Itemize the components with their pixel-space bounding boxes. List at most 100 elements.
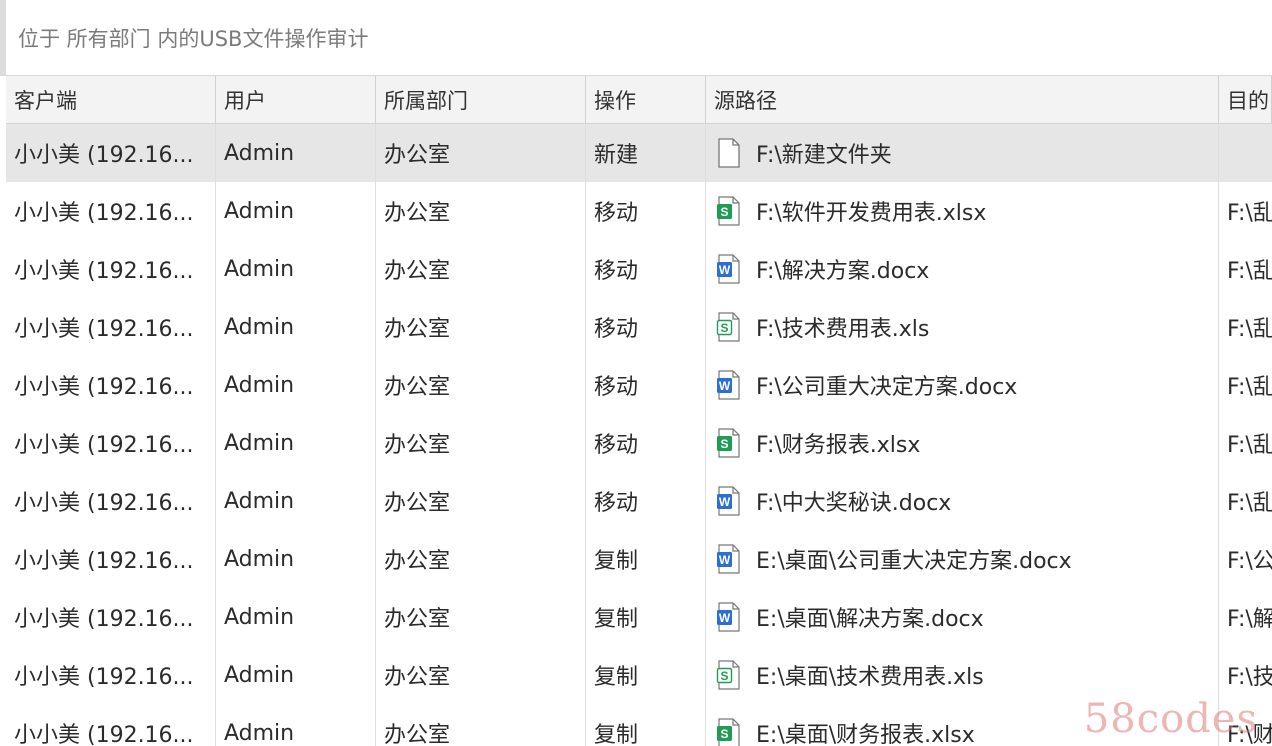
client-cell: 小小美 (192.16... bbox=[6, 704, 216, 746]
client-cell: 小小美 (192.16... bbox=[6, 530, 216, 588]
source-path-text: E:\桌面\财务报表.xlsx bbox=[756, 723, 975, 746]
client-cell: 小小美 (192.16... bbox=[6, 588, 216, 646]
destination-cell: F:\乱 bbox=[1227, 317, 1272, 342]
user-cell: Admin bbox=[216, 588, 376, 646]
operation-cell: 移动 bbox=[586, 240, 706, 298]
user-cell: Admin bbox=[216, 240, 376, 298]
table-row[interactable]: 小小美 (192.16... Admin 办公室 复制 W E:\桌面\解决方案.docx… bbox=[6, 588, 1272, 646]
table-header: 客户端 用户 所属部门 操作 源路径 目的 bbox=[6, 76, 1272, 124]
table-row[interactable]: 小小美 (192.16... Admin 办公室 移动 S F:\技术费用表.xls F:\… bbox=[6, 298, 1272, 356]
department-cell: 办公室 bbox=[376, 530, 586, 588]
svg-text:S: S bbox=[720, 669, 728, 683]
table-row[interactable]: 小小美 (192.16... Admin 办公室 新建 F:\新建文件夹 bbox=[6, 124, 1272, 182]
xls-icon: S bbox=[716, 660, 742, 690]
client-cell: 小小美 (192.16... bbox=[6, 356, 216, 414]
audit-table: 客户端 用户 所属部门 操作 源路径 目的 小小美 (192.16... Admi… bbox=[6, 76, 1272, 746]
source-path-cell: S F:\软件开发费用表.xlsx bbox=[706, 182, 1219, 240]
client-cell: 小小美 (192.16... bbox=[6, 472, 216, 530]
source-path-cell: S E:\桌面\技术费用表.xls bbox=[706, 646, 1219, 704]
source-path-cell: S F:\技术费用表.xls bbox=[706, 298, 1219, 356]
audit-window: 位于 所有部门 内的USB文件操作审计 客户端 用户 所属部门 操作 源路径 目… bbox=[0, 0, 1272, 746]
user-cell: Admin bbox=[216, 182, 376, 240]
table-row[interactable]: 小小美 (192.16... Admin 办公室 复制 S E:\桌面\技术费用表.xls… bbox=[6, 646, 1272, 704]
xlsx-icon: S bbox=[716, 718, 742, 746]
department-cell: 办公室 bbox=[376, 298, 586, 356]
user-cell: Admin bbox=[216, 646, 376, 704]
svg-text:W: W bbox=[719, 611, 731, 625]
source-path-text: F:\财务报表.xlsx bbox=[756, 433, 921, 458]
source-path-cell: W F:\公司重大决定方案.docx bbox=[706, 356, 1219, 414]
page-title: 位于 所有部门 内的USB文件操作审计 bbox=[0, 0, 1272, 76]
svg-text:S: S bbox=[720, 321, 728, 335]
source-path-text: F:\新建文件夹 bbox=[756, 143, 892, 168]
destination-cell: F:\公 bbox=[1227, 549, 1272, 574]
column-header-destination[interactable]: 目的 bbox=[1219, 76, 1272, 123]
source-path-text: E:\桌面\公司重大决定方案.docx bbox=[756, 549, 1072, 574]
svg-text:S: S bbox=[720, 205, 728, 219]
column-header-user[interactable]: 用户 bbox=[216, 76, 376, 123]
operation-cell: 移动 bbox=[586, 356, 706, 414]
svg-text:W: W bbox=[719, 379, 731, 393]
source-path-cell: F:\新建文件夹 bbox=[706, 124, 1219, 182]
client-cell: 小小美 (192.16... bbox=[6, 646, 216, 704]
source-path-text: E:\桌面\技术费用表.xls bbox=[756, 665, 984, 690]
client-cell: 小小美 (192.16... bbox=[6, 298, 216, 356]
operation-cell: 移动 bbox=[586, 182, 706, 240]
docx-icon: W bbox=[716, 544, 742, 574]
destination-cell: F:\解 bbox=[1227, 607, 1272, 632]
table-row[interactable]: 小小美 (192.16... Admin 办公室 移动 S F:\软件开发费用表.xlsx… bbox=[6, 182, 1272, 240]
destination-cell: F:\技 bbox=[1227, 665, 1272, 690]
operation-cell: 复制 bbox=[586, 646, 706, 704]
docx-icon: W bbox=[716, 602, 742, 632]
table-row[interactable]: 小小美 (192.16... Admin 办公室 复制 S E:\桌面\财务报表.xlsx… bbox=[6, 704, 1272, 746]
user-cell: Admin bbox=[216, 472, 376, 530]
source-path-text: F:\技术费用表.xls bbox=[756, 317, 930, 342]
source-path-cell: W E:\桌面\解决方案.docx bbox=[706, 588, 1219, 646]
destination-cell: F:\乱 bbox=[1227, 201, 1272, 226]
destination-cell: F:\乱 bbox=[1227, 491, 1272, 516]
column-header-department[interactable]: 所属部门 bbox=[376, 76, 586, 123]
client-cell: 小小美 (192.16... bbox=[6, 414, 216, 472]
destination-cell: F:\乱 bbox=[1227, 433, 1272, 458]
department-cell: 办公室 bbox=[376, 240, 586, 298]
department-cell: 办公室 bbox=[376, 182, 586, 240]
department-cell: 办公室 bbox=[376, 414, 586, 472]
client-cell: 小小美 (192.16... bbox=[6, 124, 216, 182]
department-cell: 办公室 bbox=[376, 356, 586, 414]
svg-text:W: W bbox=[719, 263, 731, 277]
destination-cell: F:\乱 bbox=[1227, 259, 1272, 284]
docx-icon: W bbox=[716, 486, 742, 516]
xls-icon: S bbox=[716, 312, 742, 342]
operation-cell: 复制 bbox=[586, 588, 706, 646]
destination-cell bbox=[1219, 124, 1272, 182]
table-row[interactable]: 小小美 (192.16... Admin 办公室 移动 W F:\公司重大决定方案.doc… bbox=[6, 356, 1272, 414]
column-header-source-path[interactable]: 源路径 bbox=[706, 76, 1219, 123]
source-path-text: F:\公司重大决定方案.docx bbox=[756, 375, 1018, 400]
operation-cell: 移动 bbox=[586, 298, 706, 356]
source-path-cell: W F:\中大奖秘诀.docx bbox=[706, 472, 1219, 530]
table-row[interactable]: 小小美 (192.16... Admin 办公室 移动 S F:\财务报表.xlsx F:\… bbox=[6, 414, 1272, 472]
table-row[interactable]: 小小美 (192.16... Admin 办公室 移动 W F:\解决方案.docx F:\… bbox=[6, 240, 1272, 298]
department-cell: 办公室 bbox=[376, 472, 586, 530]
destination-cell: F:\财 bbox=[1227, 723, 1272, 746]
table-row[interactable]: 小小美 (192.16... Admin 办公室 复制 W E:\桌面\公司重大决定方案.… bbox=[6, 530, 1272, 588]
table-row[interactable]: 小小美 (192.16... Admin 办公室 移动 W F:\中大奖秘诀.docx F:… bbox=[6, 472, 1272, 530]
column-header-client[interactable]: 客户端 bbox=[6, 76, 216, 123]
svg-text:W: W bbox=[719, 495, 731, 509]
department-cell: 办公室 bbox=[376, 124, 586, 182]
source-path-text: F:\解决方案.docx bbox=[756, 259, 930, 284]
column-header-operation[interactable]: 操作 bbox=[586, 76, 706, 123]
source-path-cell: W F:\解决方案.docx bbox=[706, 240, 1219, 298]
user-cell: Admin bbox=[216, 124, 376, 182]
department-cell: 办公室 bbox=[376, 646, 586, 704]
blank-file-icon bbox=[716, 138, 742, 168]
source-path-cell: S E:\桌面\财务报表.xlsx bbox=[706, 704, 1219, 746]
department-cell: 办公室 bbox=[376, 704, 586, 746]
source-path-text: F:\软件开发费用表.xlsx bbox=[756, 201, 987, 226]
table-body: 小小美 (192.16... Admin 办公室 新建 F:\新建文件夹 小小美 (192… bbox=[6, 124, 1272, 746]
operation-cell: 移动 bbox=[586, 472, 706, 530]
docx-icon: W bbox=[716, 254, 742, 284]
svg-text:S: S bbox=[720, 727, 728, 741]
user-cell: Admin bbox=[216, 530, 376, 588]
docx-icon: W bbox=[716, 370, 742, 400]
